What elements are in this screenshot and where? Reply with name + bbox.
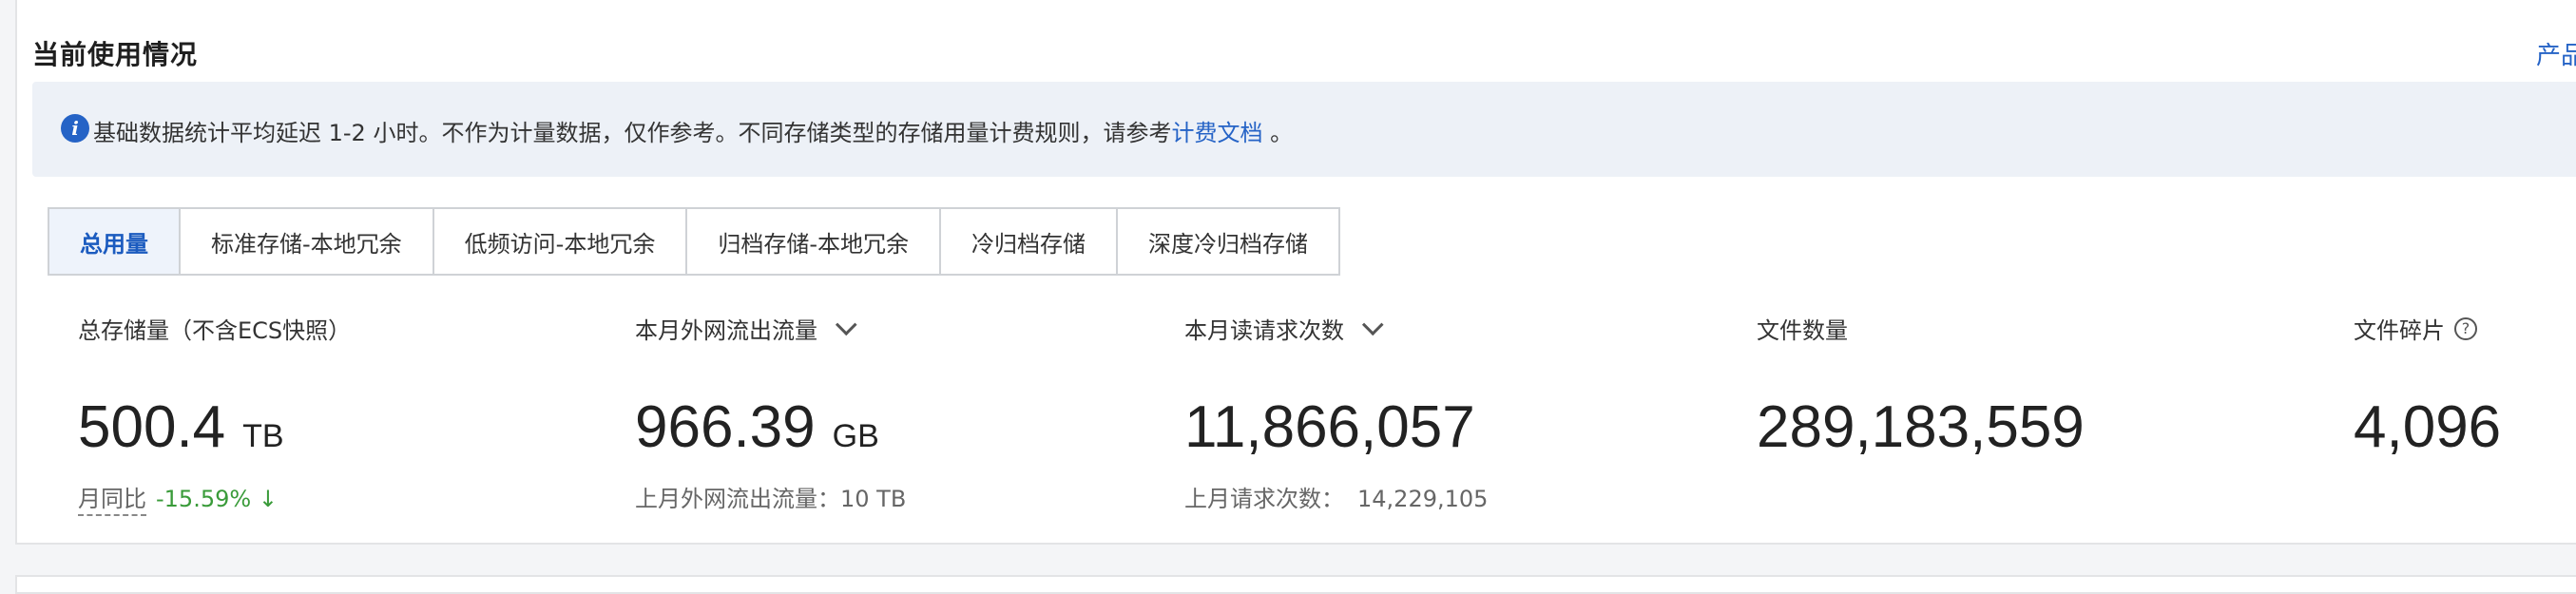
traffic-label-row: 本月外网流出流量: [635, 312, 857, 345]
help-icon[interactable]: ?: [2454, 316, 2477, 340]
tab-cold-archive[interactable]: 冷归档存储: [941, 209, 1119, 274]
tab-deep-cold-archive[interactable]: 深度冷归档存储: [1118, 209, 1338, 274]
page-title: 当前使用情况: [32, 39, 199, 70]
storage-label: 总存储量（不含ECS快照）: [78, 317, 352, 344]
info-suffix: 。: [1262, 120, 1294, 146]
billing-doc-link[interactable]: 计费文档: [1171, 120, 1262, 146]
tab-standard-lrs[interactable]: 标准存储-本地冗余: [181, 209, 434, 274]
storage-number: 500.4: [78, 394, 226, 460]
requests-sub-label: 上月请求次数：: [1184, 486, 1344, 512]
info-message: 基础数据统计平均延迟 1-2 小时。不作为计量数据，仅作参考。不同存储类型的存储…: [93, 120, 1172, 146]
traffic-last-month: 上月外网流出流量：10 TB: [635, 486, 907, 512]
tab-total[interactable]: 总用量: [49, 209, 181, 274]
product-link[interactable]: 产品: [2536, 36, 2576, 71]
fragments-label: 文件碎片: [2354, 317, 2445, 344]
storage-value: 500.4 TB: [78, 393, 284, 461]
info-text: 基础数据统计平均延迟 1-2 小时。不作为计量数据，仅作参考。不同存储类型的存储…: [93, 114, 1293, 147]
storage-type-tabs: 总用量 标准存储-本地冗余 低频访问-本地冗余 归档存储-本地冗余 冷归档存储 …: [48, 207, 1341, 276]
mom-label[interactable]: 月同比: [78, 486, 146, 516]
arrow-down-icon: ↓: [258, 486, 278, 512]
requests-label: 本月读请求次数: [1184, 317, 1344, 344]
storage-compare: 月同比 -15.59% ↓: [78, 480, 278, 516]
tab-ia-lrs[interactable]: 低频访问-本地冗余: [434, 209, 688, 274]
requests-label-row: 本月读请求次数: [1184, 312, 1384, 345]
traffic-label: 本月外网流出流量: [635, 317, 817, 344]
traffic-number: 966.39: [635, 394, 816, 460]
storage-unit: TB: [242, 418, 284, 454]
info-icon: i: [61, 114, 89, 143]
requests-last-month: 上月请求次数： 14,229,105: [1184, 480, 1488, 513]
files-value: 289,183,559: [1757, 394, 2085, 460]
tab-archive-lrs[interactable]: 归档存储-本地冗余: [687, 209, 942, 274]
fragments-label-row: 文件碎片 ?: [2354, 312, 2477, 345]
traffic-unit: GB: [832, 418, 879, 454]
traffic-value: 966.39 GB: [635, 393, 879, 461]
next-card: [15, 575, 2576, 594]
requests-sub-value: 14,229,105: [1357, 486, 1489, 512]
info-banner: i 基础数据统计平均延迟 1-2 小时。不作为计量数据，仅作参考。不同存储类型的…: [32, 82, 2576, 177]
files-label: 文件数量: [1757, 317, 1848, 344]
fragments-value: 4,096: [2354, 394, 2502, 460]
requests-value: 11,866,057: [1184, 394, 1475, 460]
mom-value: -15.59%: [156, 486, 252, 512]
